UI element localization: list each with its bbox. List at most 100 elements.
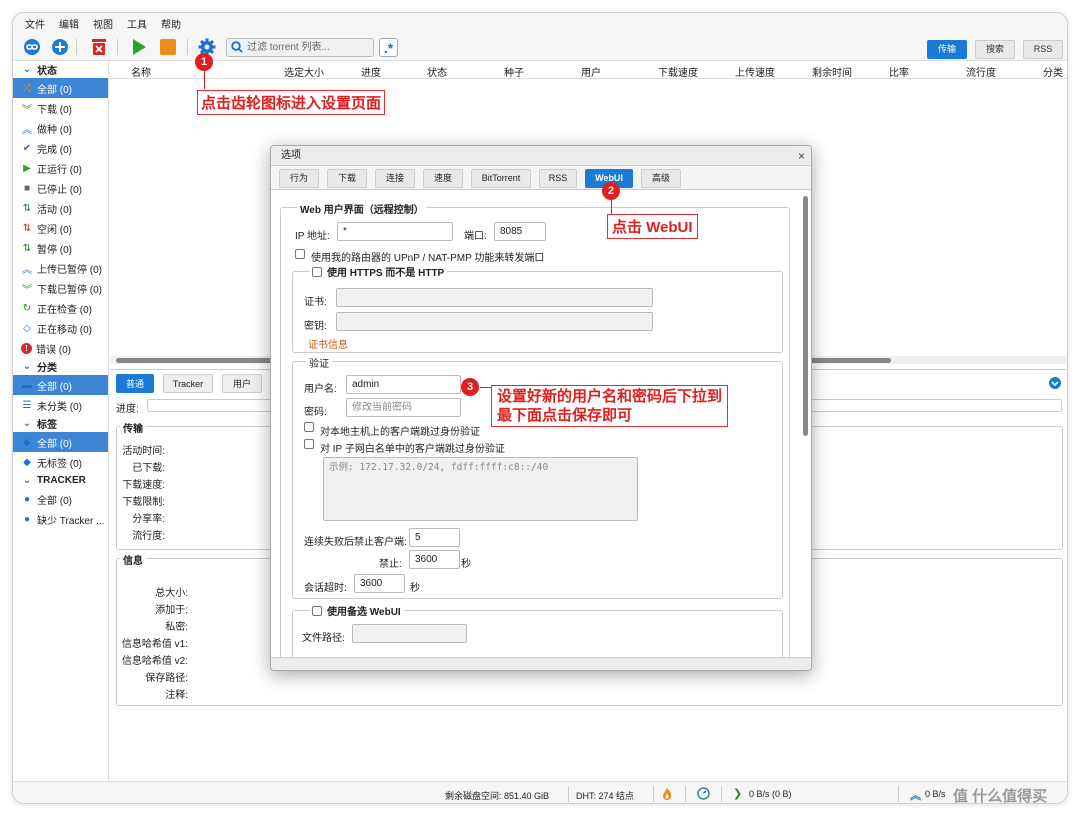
ip-address-input[interactable]: * (337, 222, 453, 241)
sidebar-status-label: 已停止 (0) (37, 184, 82, 196)
sidebar-category-1[interactable]: ☰ 未分类 (0) (13, 395, 108, 415)
stop-icon[interactable] (158, 37, 178, 57)
sidebar-status-label: 正在检查 (0) (37, 304, 92, 316)
sidebar-status-label: 正运行 (0) (37, 164, 82, 176)
sidebar-status-10[interactable]: ︾ 下载已暂停 (0) (13, 278, 108, 298)
dialog-tab-bittorrent[interactable]: BitTorrent (471, 169, 531, 188)
sidebar-status-11[interactable]: ↻ 正在检查 (0) (13, 298, 108, 318)
ip-whitelist-textarea[interactable]: 示例: 172.17.32.0/24, fdff:ffff:c8::/40 (323, 457, 638, 521)
info-field-label: 注释: (165, 690, 188, 701)
column-header[interactable]: 状态 (427, 64, 447, 79)
updown-icon: ⇅ (22, 222, 32, 234)
sidebar-tracker-1[interactable]: ● 缺少 Tracker ... (13, 509, 108, 529)
dialog-scrollbar[interactable] (803, 196, 808, 436)
sidebar-tag-label: 全部 (0) (37, 438, 72, 450)
tab-transfers[interactable]: 传输 (927, 40, 967, 59)
add-link-icon[interactable] (22, 37, 42, 57)
sidebar-tag-0[interactable]: ◆ 全部 (0) (13, 432, 108, 452)
upnp-checkbox[interactable] (295, 249, 305, 259)
bypass-local-checkbox[interactable] (304, 422, 314, 432)
key-input[interactable] (336, 312, 653, 331)
sidebar-status-4[interactable]: ▶ 正运行 (0) (13, 158, 108, 178)
sidebar-status-12[interactable]: ◇ 正在移动 (0) (13, 318, 108, 338)
alt-webui-legend: 使用备选 WebUI (309, 603, 404, 618)
column-header[interactable]: 上传速度 (735, 64, 775, 79)
start-icon[interactable] (129, 37, 149, 57)
status-header[interactable]: ⌄ 状态 (13, 61, 108, 78)
list-icon: ☰ (22, 399, 32, 411)
ban-after-input[interactable]: 5 (409, 528, 460, 547)
sidebar-category-0[interactable]: ▬ 全部 (0) (13, 375, 108, 395)
dialog-tab-速度[interactable]: 速度 (423, 169, 463, 188)
menu-edit[interactable]: 编辑 (59, 16, 79, 31)
dialog-tab-rss[interactable]: RSS (539, 169, 577, 188)
tab-rss[interactable]: RSS (1023, 40, 1063, 59)
tab-search[interactable]: 搜索 (975, 40, 1015, 59)
download-speed-icon: ❯ (733, 788, 743, 800)
ban-duration-input[interactable]: 3600 (409, 550, 460, 569)
column-header[interactable]: 比率 (889, 64, 909, 79)
speed-limit-icon[interactable] (697, 787, 710, 802)
session-timeout-input[interactable]: 3600 (354, 574, 405, 593)
cert-input[interactable] (336, 288, 653, 307)
updown-icon: ⇅ (22, 202, 32, 214)
sidebar-category-label: 全部 (0) (37, 381, 72, 393)
tab-general[interactable]: 普通 (116, 374, 154, 393)
close-icon[interactable]: × (798, 146, 805, 166)
column-header[interactable]: 选定大小 (284, 64, 324, 79)
sidebar-status-2[interactable]: ︽ 做种 (0) (13, 118, 108, 138)
column-header[interactable]: 剩余时间 (812, 64, 852, 79)
tag-icon: ◆ (23, 456, 31, 468)
sidebar-status-0[interactable]: ⤮ 全部 (0) (13, 78, 108, 98)
sidebar-status-label: 错误 (0) (36, 344, 71, 356)
sidebar-status-6[interactable]: ⇅ 活动 (0) (13, 198, 108, 218)
dialog-tab-行为[interactable]: 行为 (279, 169, 319, 188)
regex-toggle-button[interactable]: .* (379, 38, 398, 57)
column-header[interactable]: 用户 (581, 64, 601, 79)
sidebar-status-label: 全部 (0) (37, 84, 72, 96)
column-header[interactable]: 下载速度 (658, 64, 698, 79)
bypass-whitelist-checkbox[interactable] (304, 439, 314, 449)
sidebar-status-13[interactable]: ! 错误 (0) (13, 338, 108, 358)
username-input[interactable]: admin (346, 375, 461, 394)
menu-bar: 文件 编辑 视图 工具 帮助 (13, 13, 1067, 33)
tab-peers[interactable]: 用户 (222, 374, 262, 393)
tag-header[interactable]: ⌄ 标签 (13, 415, 108, 432)
dialog-tab-高级[interactable]: 高级 (641, 169, 681, 188)
delete-icon[interactable] (89, 37, 109, 57)
https-checkbox[interactable] (312, 267, 322, 277)
sidebar-status-8[interactable]: ⇅ 暂停 (0) (13, 238, 108, 258)
cert-info-link[interactable]: 证书信息 (308, 336, 348, 351)
column-header[interactable]: 流行度 (966, 64, 996, 79)
sidebar-status-5[interactable]: ■ 已停止 (0) (13, 178, 108, 198)
sidebar-tag-label: 无标签 (0) (37, 458, 82, 470)
tab-tracker[interactable]: Tracker (163, 374, 213, 393)
dialog-tab-下载[interactable]: 下载 (327, 169, 367, 188)
menu-view[interactable]: 视图 (93, 16, 113, 31)
search-input[interactable]: 过滤 torrent 列表... (226, 38, 374, 57)
sidebar-status-label: 空闲 (0) (37, 224, 72, 236)
sidebar-status-3[interactable]: ✔ 完成 (0) (13, 138, 108, 158)
password-input[interactable]: 修改当前密码 (346, 398, 461, 417)
sidebar-status-7[interactable]: ⇅ 空闲 (0) (13, 218, 108, 238)
column-header[interactable]: 分类 (1043, 64, 1063, 79)
sidebar-tag-1[interactable]: ◆ 无标签 (0) (13, 452, 108, 472)
column-header[interactable]: 进度 (361, 64, 381, 79)
column-header[interactable]: 种子 (504, 64, 524, 79)
collapse-icon[interactable] (1049, 377, 1061, 389)
sidebar-tracker-0[interactable]: ● 全部 (0) (13, 489, 108, 509)
tracker-header[interactable]: ⌄ TRACKER (13, 472, 108, 489)
watermark: 值 什么值得买 (953, 788, 1048, 804)
category-header[interactable]: ⌄ 分类 (13, 358, 108, 375)
menu-file[interactable]: 文件 (25, 16, 45, 31)
alt-path-input[interactable] (352, 624, 467, 643)
menu-help[interactable]: 帮助 (161, 16, 181, 31)
sidebar-status-9[interactable]: ︽ 上传已暂停 (0) (13, 258, 108, 278)
port-input[interactable]: 8085 (494, 222, 546, 241)
column-header[interactable]: 名称 (131, 64, 151, 79)
menu-tools[interactable]: 工具 (127, 16, 147, 31)
add-torrent-icon[interactable] (50, 37, 70, 57)
sidebar-status-1[interactable]: ︾ 下载 (0) (13, 98, 108, 118)
alt-webui-checkbox[interactable] (312, 606, 322, 616)
dialog-tab-连接[interactable]: 连接 (375, 169, 415, 188)
